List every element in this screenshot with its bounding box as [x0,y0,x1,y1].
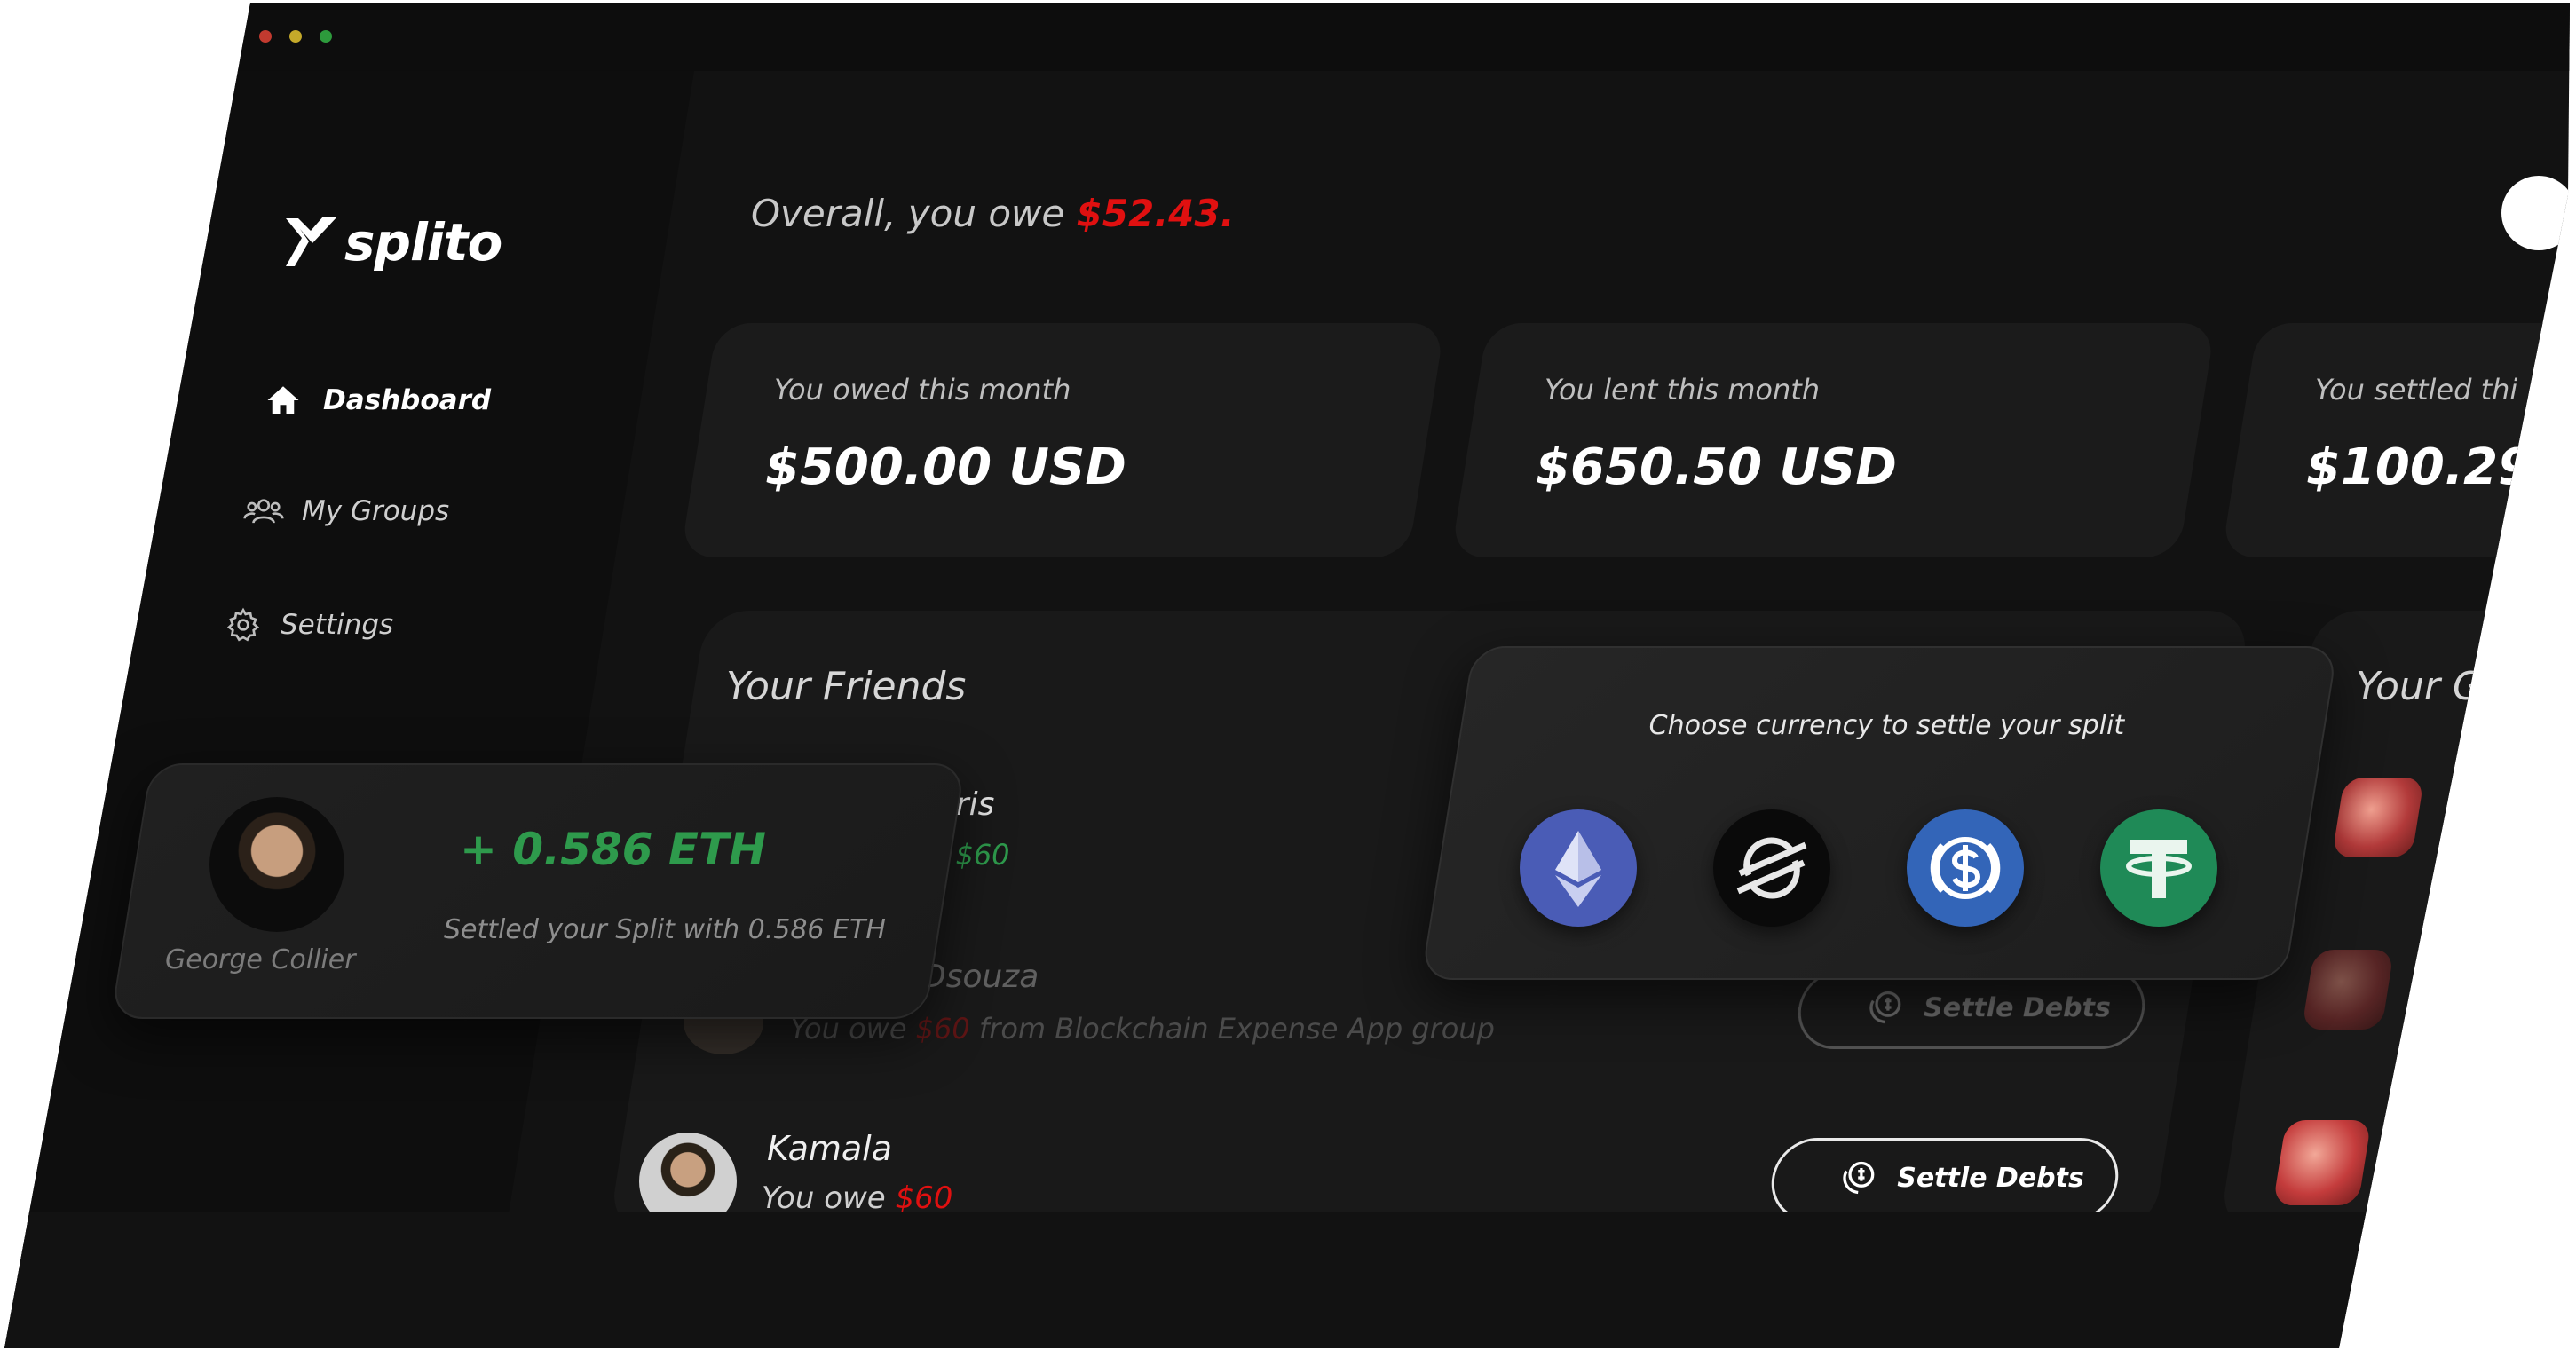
sidebar-item-label: Settings [281,609,394,641]
stat-value: $100.29 [2306,438,2533,496]
friend-name: Kamala [767,1129,892,1168]
settle-button-label: Settle Debts [1924,991,2111,1023]
notification-user-name: George Collier [165,944,356,975]
owe-text: You owe [762,1180,886,1216]
minimize-window-dot[interactable] [289,30,302,43]
stat-card-lent: You lent this month $650.50 USD [1450,323,2216,557]
close-window-dot[interactable] [259,30,272,43]
owe-detail: from Blockchain Expense App group [978,1012,1495,1046]
sidebar-item-label: My Groups [302,495,450,527]
logo-text: splito [344,212,502,272]
app-logo[interactable]: splito [282,211,502,273]
profile-button[interactable] [2501,176,2570,250]
group-thumbnail[interactable] [2272,1120,2372,1205]
gear-icon [226,607,260,642]
friends-panel-title: Your Friends [726,664,967,709]
stat-card-owed: You owed this month $500.00 USD [680,323,1445,557]
stat-value: $500.00 USD [765,438,1126,496]
stat-card-settled: You settled thi $100.29 [2221,323,2570,557]
splito-logo-icon [286,217,337,266]
sidebar-item-label: Dashboard [323,384,492,416]
stellar-option[interactable] [1713,809,1830,927]
tether-icon [2126,840,2192,898]
sidebar-item-dashboard[interactable]: Dashboard [265,382,491,419]
settle-debts-button[interactable]: Settle Debts [1767,1138,2122,1221]
friend-balance: You owe $60 [762,1180,952,1216]
group-thumbnail[interactable] [2331,778,2425,857]
title-bar [4,3,2570,71]
page-title: Overall, you owe $52.43. [751,192,1235,235]
owe-summary-text: Overall, you owe [751,192,1077,235]
stat-label: You owed this month [774,373,1071,407]
settle-button-label: Settle Debts [1897,1162,2084,1194]
stat-value: $650.50 USD [1536,438,1897,496]
app-window: splito Dashboard My Groups Settings Over… [4,3,2570,1348]
groups-icon [243,499,284,524]
bottom-bar [4,1212,2570,1348]
stat-label: You lent this month [1545,373,1821,407]
owe-amount: $60 [895,1180,953,1216]
ethereum-option[interactable] [1520,809,1637,927]
ethereum-icon [1555,831,1601,907]
stellar-icon [1736,837,1807,899]
owe-summary-amount: $52.43. [1076,192,1235,235]
home-icon [267,386,299,414]
settle-debts-button[interactable]: Settle Debts [1794,969,2149,1049]
usdc-icon [1930,837,2001,899]
coin-icon [1843,1161,1875,1195]
notification-amount: + 0.586 ETH [460,824,766,875]
avatar [209,797,344,932]
tether-option[interactable] [2100,809,2217,927]
stat-label: You settled thi [2315,373,2518,407]
groups-panel-title: Your G [2356,664,2484,709]
sidebar-item-settings[interactable]: Settings [225,607,393,643]
coin-icon [1869,991,1901,1024]
notification-message: Settled your Split with 0.586 ETH [444,914,886,945]
sidebar-item-my-groups[interactable]: My Groups [243,493,449,529]
usdc-option[interactable] [1907,809,2024,927]
maximize-window-dot[interactable] [320,30,332,43]
popup-title: Choose currency to settle your split [1648,710,2125,741]
